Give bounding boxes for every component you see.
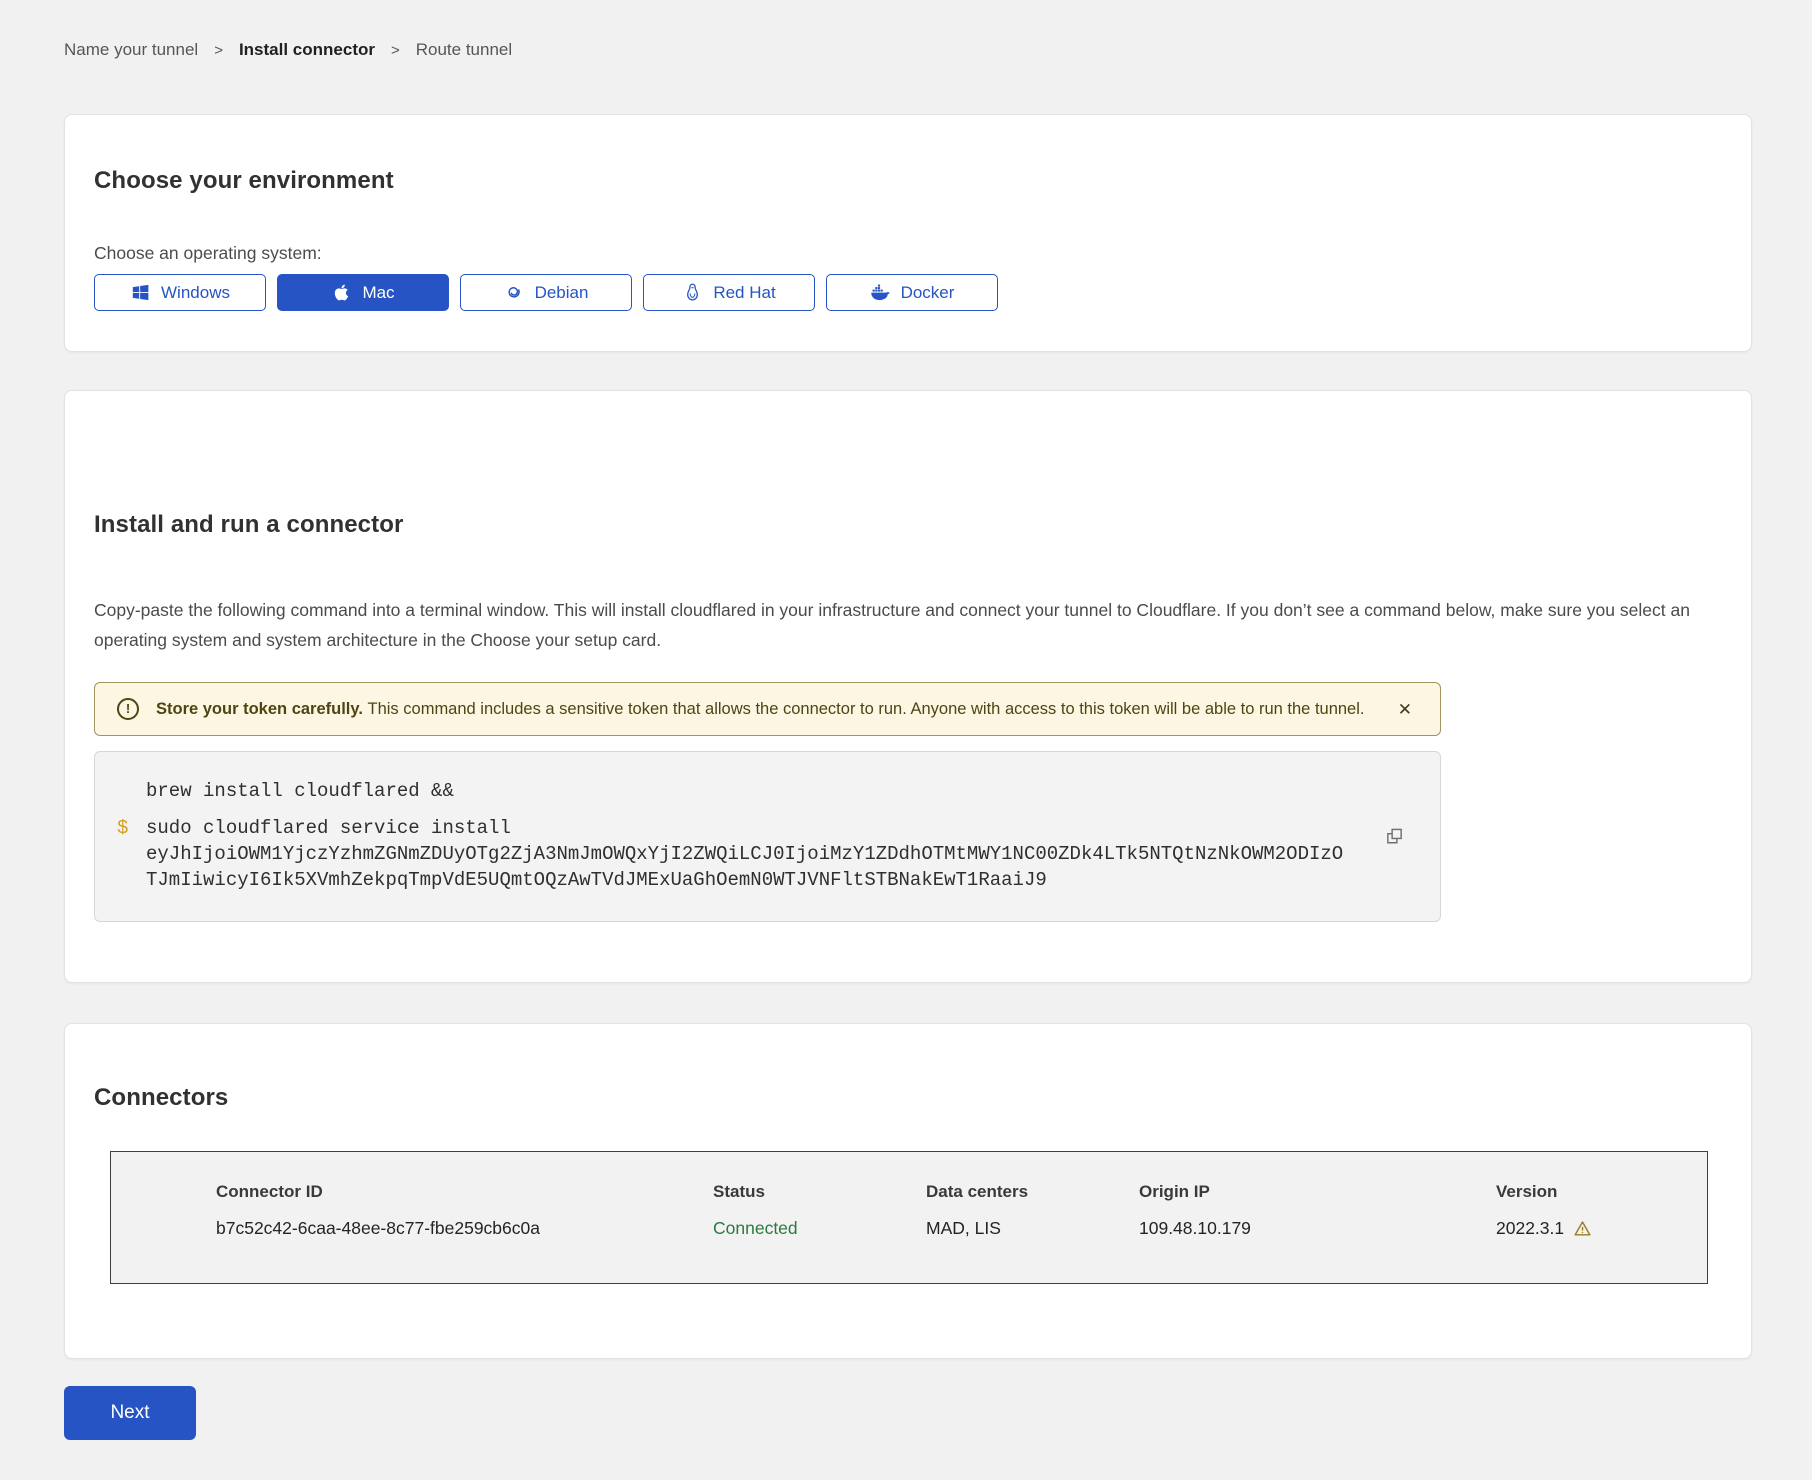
col-header-data-centers: Data centers xyxy=(926,1182,1139,1202)
debian-swirl-icon xyxy=(504,282,525,303)
apple-icon xyxy=(331,282,352,303)
os-button-label: Debian xyxy=(535,283,589,303)
tunnel-token-text: eyJhIjoiOWM1YjczYzhmZGNmZDUyOTg2ZjA3NmJm… xyxy=(146,841,1351,893)
col-header-version: Version xyxy=(1496,1182,1687,1202)
warning-triangle-icon xyxy=(1573,1219,1592,1238)
alert-circle-icon: ! xyxy=(117,698,139,720)
code-line-brew: brew install cloudflared && xyxy=(117,778,1380,804)
os-button-group: Windows Mac Debian xyxy=(94,274,1722,311)
token-warning-banner: ! Store your token carefully. This comma… xyxy=(94,682,1441,736)
dollar-prompt: $ xyxy=(117,815,146,893)
version-cell: 2022.3.1 xyxy=(1496,1218,1687,1239)
service-install-command-text: sudo cloudflared service install xyxy=(146,815,1380,841)
choose-environment-card: Choose your environment Choose an operat… xyxy=(64,114,1752,352)
tunnel-setup-page: Name your tunnel > Install connector > R… xyxy=(0,0,1812,1440)
warning-message: Store your token carefully. This command… xyxy=(156,696,1375,722)
linux-penguin-icon xyxy=(682,282,703,303)
data-centers-value: MAD, LIS xyxy=(926,1218,1139,1239)
origin-ip-value: 109.48.10.179 xyxy=(1139,1218,1496,1239)
os-button-label: Red Hat xyxy=(713,283,775,303)
connectors-table-header: Connector ID Status Data centers Origin … xyxy=(216,1182,1687,1202)
connectors-table: Connector ID Status Data centers Origin … xyxy=(110,1151,1708,1284)
install-description: Copy-paste the following command into a … xyxy=(94,595,1706,655)
status-badge: Connected xyxy=(713,1218,926,1239)
connectors-card-title: Connectors xyxy=(94,1084,1722,1112)
warning-title: Store your token carefully. xyxy=(156,700,368,718)
os-button-label: Mac xyxy=(362,283,394,303)
service-install-command: sudo cloudflared service install eyJhIjo… xyxy=(146,815,1380,893)
col-header-origin-ip: Origin IP xyxy=(1139,1182,1496,1202)
breadcrumb-separator: > xyxy=(214,42,223,59)
os-button-debian[interactable]: Debian xyxy=(460,274,632,311)
next-button[interactable]: Next xyxy=(64,1386,196,1440)
os-select-label: Choose an operating system: xyxy=(94,243,1722,264)
docker-whale-icon xyxy=(870,282,891,303)
install-card-title: Install and run a connector xyxy=(94,511,1722,539)
table-row: b7c52c42-6caa-48ee-8c77-fbe259cb6c0a Con… xyxy=(216,1218,1687,1239)
close-icon[interactable]: ✕ xyxy=(1392,697,1418,722)
brew-command-text: brew install cloudflared && xyxy=(146,778,1380,804)
windows-icon xyxy=(130,282,151,303)
breadcrumb-step-route-tunnel[interactable]: Route tunnel xyxy=(416,40,512,60)
code-line-service-install: $ sudo cloudflared service install eyJhI… xyxy=(117,815,1380,893)
col-header-connector-id: Connector ID xyxy=(216,1182,713,1202)
col-header-status: Status xyxy=(713,1182,926,1202)
version-value: 2022.3.1 xyxy=(1496,1218,1564,1239)
breadcrumb: Name your tunnel > Install connector > R… xyxy=(64,40,1752,60)
copy-icon[interactable] xyxy=(1383,824,1406,847)
os-button-windows[interactable]: Windows xyxy=(94,274,266,311)
breadcrumb-step-install-connector[interactable]: Install connector xyxy=(239,40,375,60)
install-command-code-block: brew install cloudflared && $ sudo cloud… xyxy=(94,751,1441,922)
os-button-label: Docker xyxy=(901,283,955,303)
code-prompt-blank xyxy=(117,778,146,804)
environment-card-title: Choose your environment xyxy=(94,167,1722,195)
os-button-redhat[interactable]: Red Hat xyxy=(643,274,815,311)
os-button-docker[interactable]: Docker xyxy=(826,274,998,311)
install-connector-card: Install and run a connector Copy-paste t… xyxy=(64,390,1752,983)
os-button-label: Windows xyxy=(161,283,230,303)
breadcrumb-separator: > xyxy=(391,42,400,59)
os-button-mac[interactable]: Mac xyxy=(277,274,449,311)
connectors-card: Connectors Connector ID Status Data cent… xyxy=(64,1023,1752,1359)
connector-id-value: b7c52c42-6caa-48ee-8c77-fbe259cb6c0a xyxy=(216,1218,713,1239)
warning-body: This command includes a sensitive token … xyxy=(368,700,1365,718)
breadcrumb-step-name-tunnel[interactable]: Name your tunnel xyxy=(64,40,198,60)
